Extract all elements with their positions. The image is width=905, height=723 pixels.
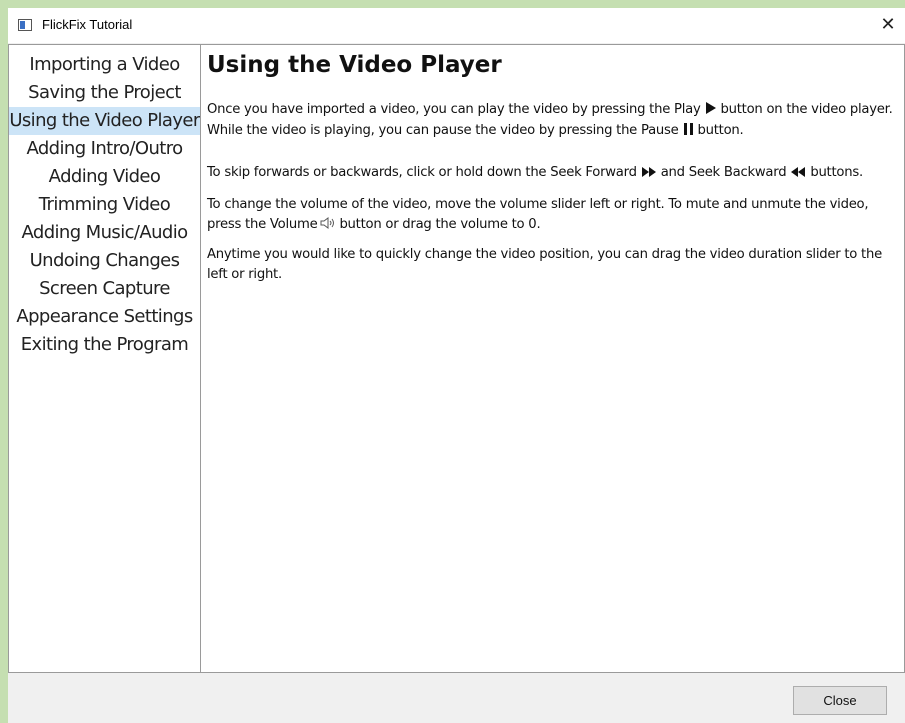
paragraph-text: button. [697, 123, 744, 138]
play-icon [705, 101, 716, 121]
topic-item-exiting-program[interactable]: Exiting the Program [9, 331, 200, 359]
play-pause-paragraph: Once you have imported a video, you can … [207, 100, 899, 142]
topic-item-screen-capture[interactable]: Screen Capture [9, 275, 200, 303]
tutorial-window: FlickFix Tutorial ✕ Importing a Video Sa… [8, 8, 905, 723]
paragraph-text: and Seek Backward [660, 165, 787, 180]
close-button[interactable]: Close [793, 686, 887, 715]
topic-item-trimming-video[interactable]: Trimming Video [9, 191, 200, 219]
paragraph-text: To skip forwards or backwards, click or … [207, 165, 637, 180]
app-window-icon [18, 19, 32, 31]
topic-item-importing-video[interactable]: Importing a Video [9, 51, 200, 79]
topic-item-adding-video[interactable]: Adding Video [9, 163, 200, 191]
topic-item-using-video-player[interactable]: Using the Video Player [9, 107, 200, 135]
paragraph-text: button or drag the volume to 0. [339, 217, 541, 232]
window-close-icon[interactable]: ✕ [875, 13, 901, 37]
topic-item-adding-music-audio[interactable]: Adding Music/Audio [9, 219, 200, 247]
topic-content: Using the Video Player Once you have imp… [207, 45, 904, 672]
topic-heading: Using the Video Player [207, 52, 502, 78]
seek-backward-icon [791, 164, 806, 184]
position-paragraph: Anytime you would like to quickly change… [207, 247, 882, 282]
paragraph-text: buttons. [810, 165, 863, 180]
topic-item-appearance-settings[interactable]: Appearance Settings [9, 303, 200, 331]
seek-paragraph: To skip forwards or backwards, click or … [207, 163, 899, 184]
pause-icon [683, 122, 693, 142]
topic-item-undoing-changes[interactable]: Undoing Changes [9, 247, 200, 275]
volume-icon [320, 216, 336, 236]
topic-list[interactable]: Importing a Video Saving the Project Usi… [9, 45, 201, 672]
window-title: FlickFix Tutorial [42, 17, 133, 32]
seek-forward-icon [641, 164, 656, 184]
paragraph-text: Once you have imported a video, you can … [207, 102, 701, 117]
volume-paragraph: To change the volume of the video, move … [207, 195, 899, 236]
tutorial-pane: Importing a Video Saving the Project Usi… [8, 44, 905, 673]
topic-item-adding-intro-outro[interactable]: Adding Intro/Outro [9, 135, 200, 163]
topic-item-saving-project[interactable]: Saving the Project [9, 79, 200, 107]
title-bar: FlickFix Tutorial ✕ [8, 8, 905, 43]
button-bar: Close [8, 673, 905, 723]
